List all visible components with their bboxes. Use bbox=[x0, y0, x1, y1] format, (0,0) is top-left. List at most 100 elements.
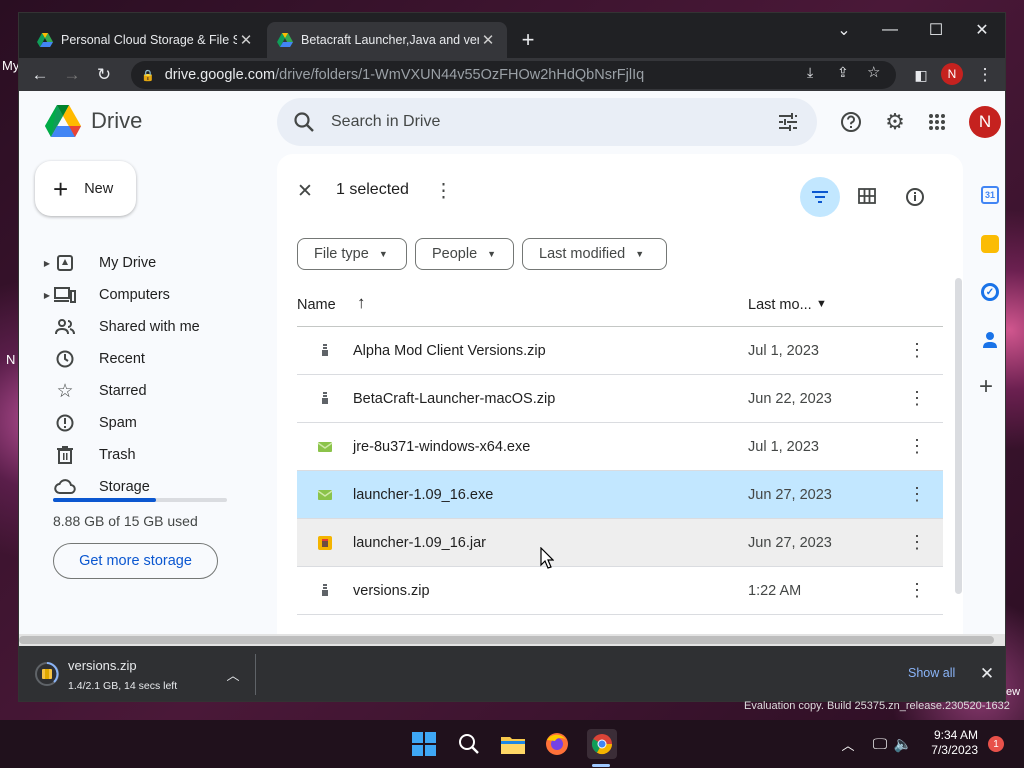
keep-icon[interactable] bbox=[981, 235, 999, 253]
profile-avatar[interactable]: N bbox=[941, 63, 963, 85]
minimize-icon[interactable]: — bbox=[867, 15, 913, 45]
bookmark-star-icon[interactable]: ☆ bbox=[867, 63, 880, 81]
file-explorer-icon[interactable] bbox=[499, 730, 527, 758]
sort-dropdown-icon[interactable]: ▼ bbox=[816, 298, 827, 310]
row-more-icon[interactable]: ⋮ bbox=[907, 580, 927, 601]
share-icon[interactable]: ⇪ bbox=[837, 64, 849, 81]
drive-sidebar: Drive + New ▶ My Drive ▶ Computers Share… bbox=[19, 91, 277, 634]
download-filename[interactable]: versions.zip bbox=[68, 658, 137, 673]
chevron-up-icon[interactable]: ︿ bbox=[223, 664, 243, 684]
active-app-indicator bbox=[592, 764, 610, 767]
show-hidden-icons-chevron-icon[interactable]: ︿ bbox=[834, 730, 862, 758]
system-clock[interactable]: 9:34 AM 7/3/2023 bbox=[928, 728, 978, 758]
column-last-modified[interactable]: Last mo... bbox=[748, 297, 812, 313]
close-tab-icon[interactable]: ✕ bbox=[479, 31, 497, 49]
file-row-hover[interactable]: launcher-1.09_16.jar Jun 27, 2023 ⋮ bbox=[297, 519, 943, 567]
clear-selection-icon[interactable]: ✕ bbox=[297, 180, 313, 203]
more-actions-icon[interactable]: ⋮ bbox=[434, 180, 453, 203]
jar-file-icon bbox=[317, 535, 333, 551]
nav-trash[interactable]: Trash bbox=[41, 440, 271, 470]
grid-view-icon[interactable] bbox=[858, 188, 876, 209]
file-row[interactable]: Alpha Mod Client Versions.zip Jul 1, 202… bbox=[297, 327, 943, 375]
desktop-text: My bbox=[2, 58, 20, 73]
taskbar-search-icon[interactable] bbox=[455, 730, 483, 758]
row-more-icon[interactable]: ⋮ bbox=[907, 340, 927, 361]
nav-my-drive[interactable]: ▶ My Drive bbox=[41, 248, 271, 278]
scrollbar-thumb[interactable] bbox=[19, 636, 994, 644]
windows-start-icon[interactable] bbox=[410, 730, 438, 758]
search-options-icon[interactable] bbox=[777, 112, 799, 132]
search-bar[interactable]: Search in Drive bbox=[277, 98, 817, 146]
search-icon[interactable] bbox=[293, 111, 315, 133]
sort-ascending-arrow-icon[interactable]: ↑ bbox=[357, 293, 366, 313]
close-tab-icon[interactable]: ✕ bbox=[237, 31, 255, 49]
search-input[interactable]: Search in Drive bbox=[331, 113, 777, 131]
horizontal-scrollbar[interactable] bbox=[19, 634, 1005, 646]
lock-icon: 🔒 bbox=[141, 69, 155, 82]
side-panel-icon[interactable]: ◧ bbox=[908, 62, 934, 88]
file-row[interactable]: BetaCraft-Launcher-macOS.zip Jun 22, 202… bbox=[297, 375, 943, 423]
address-bar[interactable]: 🔒 drive.google.com/drive/folders/1-WmVXU… bbox=[131, 61, 896, 89]
nav-shared-with-me[interactable]: Shared with me bbox=[41, 312, 271, 342]
new-button-label: New bbox=[84, 180, 114, 197]
forward-icon[interactable]: → bbox=[59, 62, 85, 88]
computers-icon bbox=[53, 285, 77, 305]
file-row[interactable]: versions.zip 1:22 AM ⋮ bbox=[297, 567, 943, 615]
install-app-icon[interactable]: ⤓ bbox=[807, 64, 813, 81]
nav-computers[interactable]: ▶ Computers bbox=[41, 280, 271, 310]
get-more-storage-button[interactable]: Get more storage bbox=[53, 543, 218, 579]
tab-search-icon[interactable]: ⌄ bbox=[821, 15, 867, 45]
apps-grid-icon[interactable] bbox=[922, 107, 952, 137]
account-avatar[interactable]: N bbox=[969, 106, 1001, 138]
filter-people[interactable]: People ▼ bbox=[415, 238, 514, 270]
contacts-icon[interactable] bbox=[982, 331, 998, 349]
new-tab-icon[interactable]: + bbox=[515, 27, 541, 53]
close-download-bar-icon[interactable]: ✕ bbox=[977, 664, 997, 684]
browser-tab-active[interactable]: Betacraft Launcher,Java and versi ✕ bbox=[267, 22, 507, 58]
nav-spam[interactable]: Spam bbox=[41, 408, 271, 438]
firefox-icon[interactable] bbox=[543, 730, 571, 758]
google-drive-logo-icon bbox=[45, 105, 81, 137]
filter-file-type[interactable]: File type ▼ bbox=[297, 238, 407, 270]
row-more-icon[interactable]: ⋮ bbox=[907, 532, 927, 553]
chrome-icon[interactable] bbox=[587, 729, 617, 759]
volume-icon[interactable]: 🔈 bbox=[889, 730, 917, 758]
row-more-icon[interactable]: ⋮ bbox=[907, 388, 927, 409]
calendar-icon[interactable]: 31 bbox=[981, 186, 999, 204]
row-more-icon[interactable]: ⋮ bbox=[907, 484, 927, 505]
show-all-downloads-link[interactable]: Show all bbox=[908, 666, 955, 680]
clock-time: 9:34 AM bbox=[933, 728, 978, 742]
file-row-selected[interactable]: launcher-1.09_16.exe Jun 27, 2023 ⋮ bbox=[297, 471, 943, 519]
nav-recent[interactable]: Recent bbox=[41, 344, 271, 374]
download-file-icon bbox=[35, 662, 59, 686]
filter-label: People bbox=[432, 246, 478, 262]
reload-icon[interactable]: ↻ bbox=[91, 62, 117, 88]
browser-tab[interactable]: Personal Cloud Storage & File Sh ✕ bbox=[27, 22, 265, 58]
vertical-scrollbar[interactable] bbox=[955, 278, 962, 594]
row-more-icon[interactable]: ⋮ bbox=[907, 436, 927, 457]
new-button[interactable]: + New bbox=[35, 161, 136, 216]
nav-starred[interactable]: ☆ Starred bbox=[41, 376, 271, 406]
filter-last-modified[interactable]: Last modified ▼ bbox=[522, 238, 667, 270]
filter-toggle-icon[interactable] bbox=[800, 177, 840, 217]
maximize-icon[interactable]: ☐ bbox=[913, 15, 959, 45]
shared-icon bbox=[53, 317, 77, 337]
file-row[interactable]: jre-8u371-windows-x64.exe Jul 1, 2023 ⋮ bbox=[297, 423, 943, 471]
file-name: Alpha Mod Client Versions.zip bbox=[353, 342, 546, 359]
close-window-icon[interactable]: ✕ bbox=[959, 15, 1005, 45]
settings-gear-icon[interactable]: ⚙ bbox=[880, 107, 910, 137]
back-icon[interactable]: ← bbox=[27, 62, 53, 88]
drive-logo[interactable]: Drive bbox=[45, 105, 142, 137]
help-icon[interactable] bbox=[836, 107, 866, 137]
details-info-icon[interactable] bbox=[905, 187, 925, 212]
browser-menu-icon[interactable]: ⋮ bbox=[972, 62, 998, 88]
tasks-icon[interactable]: ✓ bbox=[981, 283, 999, 301]
browser-window: Personal Cloud Storage & File Sh ✕ Betac… bbox=[18, 12, 1006, 702]
taskbar: ︿ 🖵 🔈 9:34 AM 7/3/2023 1 bbox=[0, 720, 1024, 768]
expand-caret-icon[interactable]: ▶ bbox=[41, 291, 53, 300]
column-name[interactable]: Name bbox=[297, 297, 336, 313]
expand-caret-icon[interactable]: ▶ bbox=[41, 259, 53, 268]
google-drive-icon bbox=[277, 33, 293, 47]
notification-badge[interactable]: 1 bbox=[988, 736, 1004, 752]
get-add-ons-icon[interactable]: + bbox=[979, 373, 993, 401]
